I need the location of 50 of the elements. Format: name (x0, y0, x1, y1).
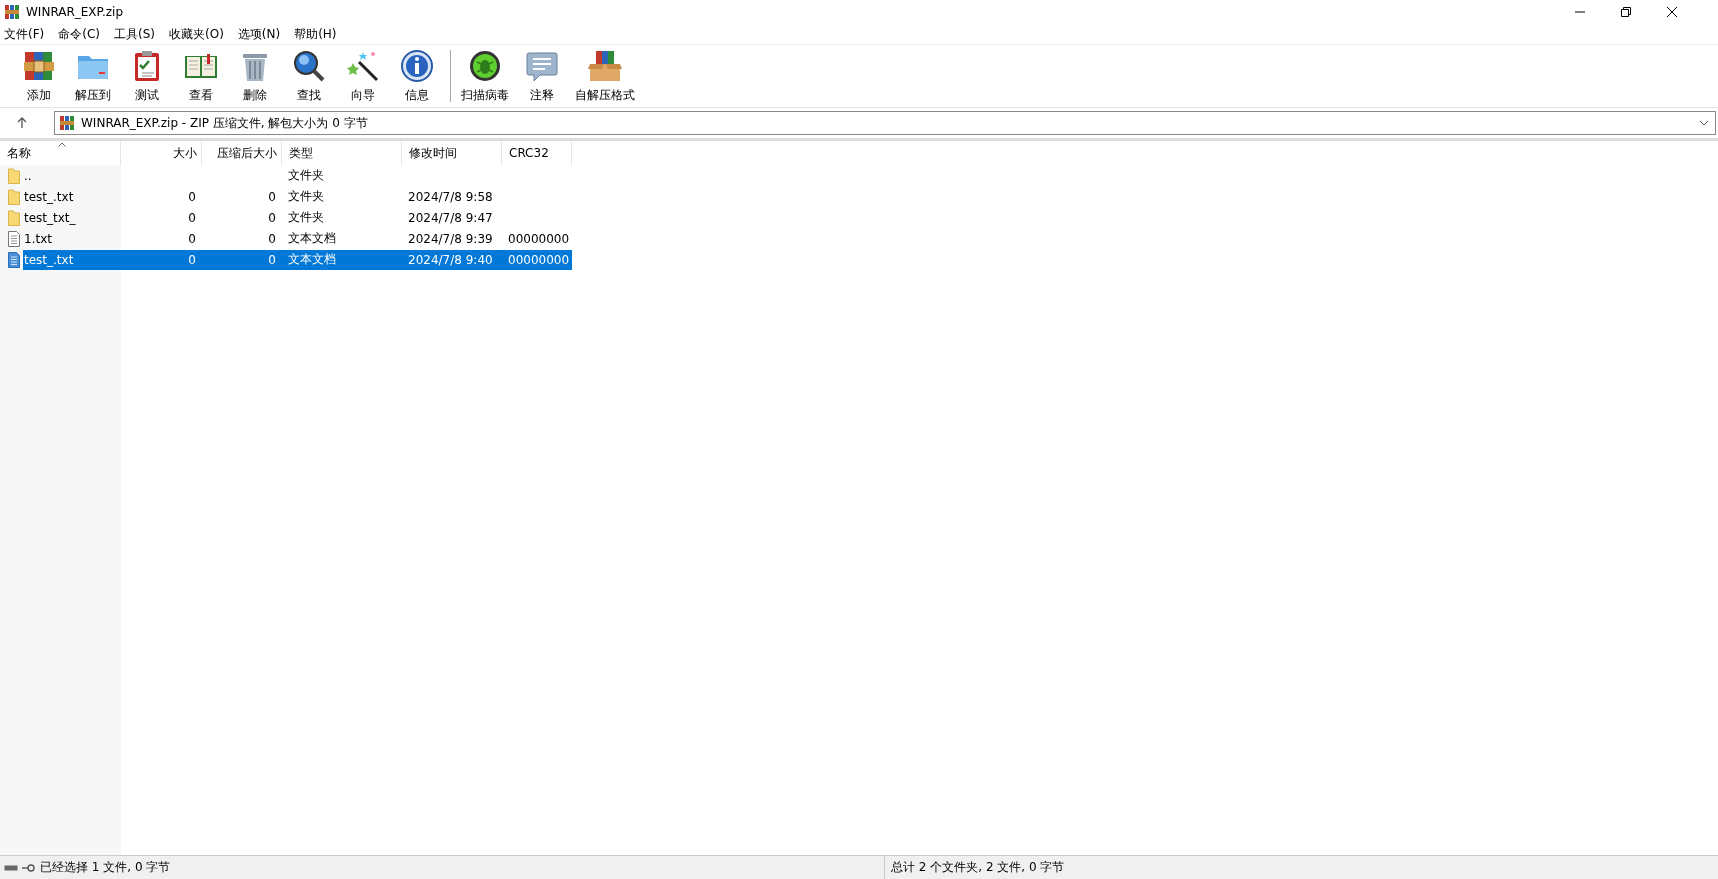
address-text: WINRAR_EXP.zip - ZIP 压缩文件, 解包大小为 0 字节 (81, 114, 368, 132)
box-icon (587, 48, 623, 84)
column-header[interactable]: 压缩后大小 (202, 141, 282, 165)
menu-item[interactable]: 命令(C) (58, 25, 100, 43)
toolbar-button[interactable]: 向导 (338, 48, 388, 104)
column-header[interactable]: 修改时间 (402, 141, 502, 165)
file-row[interactable]: test_.txt 0 0 文件夹 2024/7/8 9:58 (23, 186, 572, 207)
toolbar-button[interactable]: 扫描病毒 (457, 48, 513, 104)
window-title: WINRAR_EXP.zip (26, 5, 123, 19)
file-row[interactable]: test_.txt 0 0 文本文档 2024/7/8 9:40 00000000 (23, 249, 572, 270)
status-text: 已经选择 1 文件, 0 字节 (40, 859, 171, 876)
key-icon (22, 863, 36, 872)
folder-icon (8, 188, 20, 205)
toolbar-button[interactable]: 添加 (14, 48, 64, 104)
folder-icon (8, 167, 20, 184)
toolbar-button[interactable]: 注释 (517, 48, 567, 104)
close-icon[interactable] (1666, 6, 1678, 18)
toolbar-button[interactable]: 查看 (176, 48, 226, 104)
document-icon (8, 251, 20, 268)
file-row[interactable]: .. 文件夹 (23, 165, 572, 186)
folder-icon (8, 209, 20, 226)
toolbar-button[interactable]: 测试 (122, 48, 172, 104)
chevron-down-icon[interactable] (1699, 120, 1709, 126)
archive-icon (59, 115, 75, 131)
info-icon (399, 48, 435, 84)
bug-icon (467, 48, 503, 84)
drive-icon (4, 863, 18, 872)
menu-item[interactable]: 选项(N) (237, 25, 281, 43)
column-header[interactable]: 名称 (0, 141, 121, 165)
file-row[interactable]: 1.txt 0 0 文本文档 2024/7/8 9:39 00000000 (23, 228, 572, 249)
address-field[interactable]: WINRAR_EXP.zip - ZIP 压缩文件, 解包大小为 0 字节 (54, 111, 1716, 135)
menu-item[interactable]: 工具(S) (114, 25, 155, 43)
toolbar-button[interactable]: 自解压格式 (571, 48, 639, 104)
menu-item[interactable]: 文件(F) (4, 25, 45, 43)
toolbar-button[interactable]: 删除 (230, 48, 280, 104)
column-header[interactable]: 类型 (282, 141, 402, 165)
toolbar-button[interactable]: 解压到 (68, 48, 118, 104)
archive-icon (4, 4, 20, 20)
file-row[interactable]: test_txt_ 0 0 文件夹 2024/7/8 9:47 (23, 207, 572, 228)
column-header[interactable]: CRC32 (502, 141, 572, 165)
menu-item[interactable]: 收藏夹(O) (169, 25, 224, 43)
status-text: 总计 2 个文件夹, 2 文件, 0 字节 (891, 859, 1065, 876)
column-header[interactable]: 大小 (121, 141, 202, 165)
restore-icon[interactable] (1620, 6, 1632, 18)
up-arrow-icon[interactable] (16, 117, 28, 129)
toolbar-button[interactable]: 信息 (392, 48, 442, 104)
magnifier-icon (291, 48, 327, 84)
menu-item[interactable]: 帮助(H) (294, 25, 337, 43)
document-icon (8, 230, 20, 247)
toolbar-button[interactable]: 查找 (284, 48, 334, 104)
